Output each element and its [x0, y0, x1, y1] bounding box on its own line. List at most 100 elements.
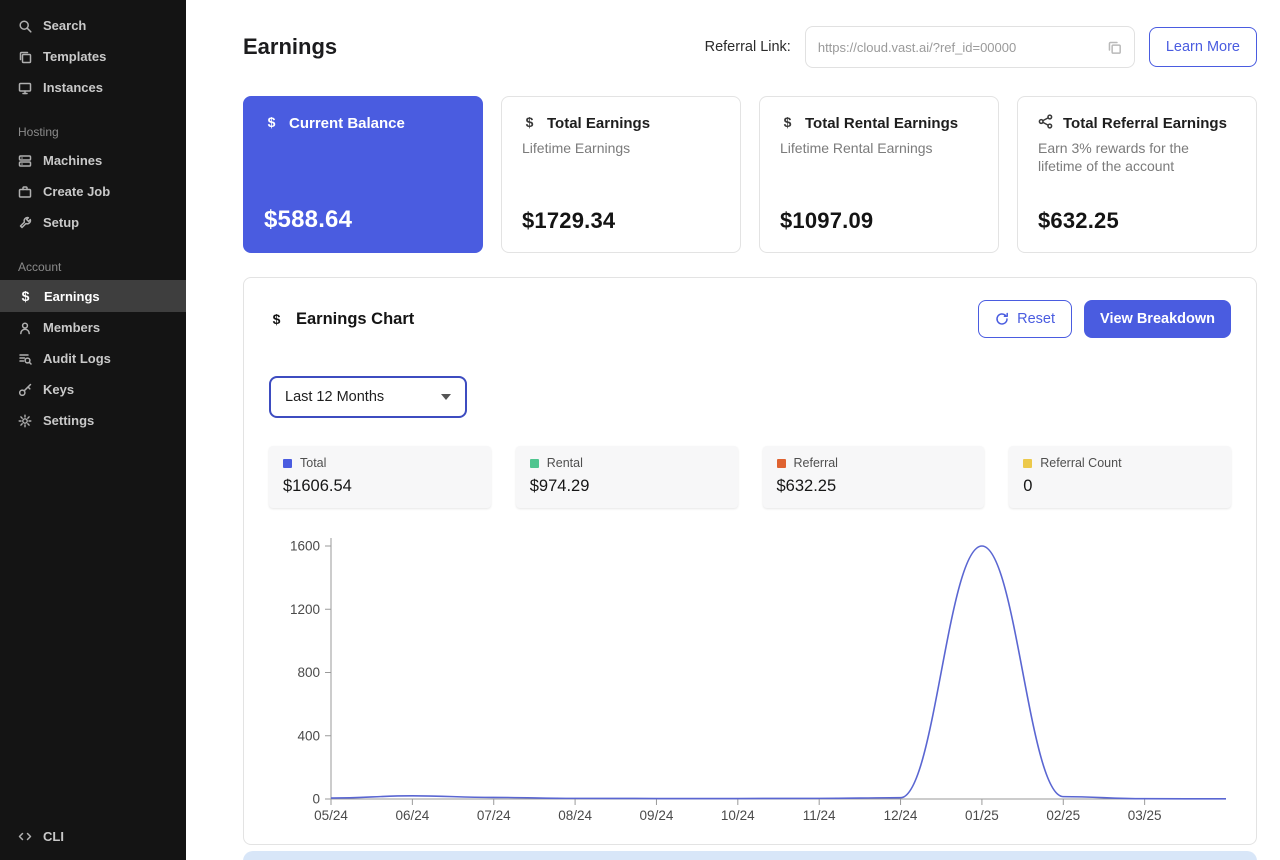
dollar-icon: $: [21, 288, 30, 304]
next-panel-edge: [243, 851, 1257, 860]
key-icon: [18, 383, 32, 396]
search-icon: [19, 19, 32, 33]
summary-cards: $ Current Balance $588.64 $ Total Earnin…: [243, 96, 1257, 253]
svg-text:10/24: 10/24: [721, 808, 755, 823]
total-rental-earnings-card: $ Total Rental Earnings Lifetime Rental …: [759, 96, 999, 253]
card-title: Total Rental Earnings: [805, 115, 959, 132]
sidebar-item-label: Audit Logs: [43, 351, 111, 366]
sidebar-item-cli[interactable]: CLI: [0, 821, 186, 852]
chevron-down-icon: [441, 394, 451, 400]
wrench-icon: [19, 216, 32, 228]
page-title: Earnings: [243, 34, 338, 59]
stat-rental: Rental $974.29: [515, 446, 738, 508]
svg-text:800: 800: [297, 665, 320, 680]
templates-icon: [19, 51, 32, 63]
audit-log-icon: [19, 353, 32, 365]
svg-text:1600: 1600: [290, 539, 320, 554]
date-range-select[interactable]: Last 12 Months: [269, 376, 467, 418]
referral-link-input[interactable]: [817, 39, 1099, 55]
earnings-line-chart: 0 400 800 1200 1600 05/24 06/24 07/24 08/24 09/24…: [290, 538, 1227, 823]
terminal-icon: [18, 832, 32, 840]
sidebar-item-create-job[interactable]: Create Job: [0, 176, 186, 207]
gear-icon: [18, 414, 32, 427]
card-subtitle: Lifetime Earnings: [522, 140, 631, 156]
card-title: Current Balance: [289, 115, 405, 132]
sidebar-item-label: Earnings: [44, 288, 100, 304]
stat-label: Referral Count: [1040, 456, 1122, 470]
stat-referral: Referral $632.25: [762, 446, 985, 508]
card-subtitle: Lifetime Rental Earnings: [780, 140, 933, 156]
sidebar-item-keys[interactable]: Keys: [0, 374, 186, 405]
svg-text:1200: 1200: [290, 602, 320, 617]
sidebar-item-machines[interactable]: Machines: [0, 145, 186, 176]
svg-text:07/24: 07/24: [477, 808, 511, 823]
sidebar-item-members[interactable]: Members: [0, 312, 186, 343]
dollar-icon: $: [272, 311, 281, 327]
earnings-chart-panel: $ Earnings Chart Reset View Breakdown La…: [243, 277, 1257, 845]
sidebar-item-label: Templates: [43, 49, 107, 64]
sidebar-item-audit-logs[interactable]: Audit Logs: [0, 343, 186, 374]
svg-text:01/25: 01/25: [965, 808, 999, 823]
card-subtitle: Earn 3% rewards for the lifetime of the …: [1038, 140, 1189, 175]
sidebar-item-earnings[interactable]: $ Earnings: [0, 280, 186, 312]
chart-stats-row: Total $1606.54 Rental $974.29 Referral $…: [269, 446, 1231, 508]
copy-button[interactable]: [1107, 40, 1122, 55]
sidebar-item-label: CLI: [43, 829, 64, 844]
view-breakdown-button[interactable]: View Breakdown: [1084, 300, 1231, 338]
svg-text:08/24: 08/24: [558, 808, 592, 823]
referral-link-group: Referral Link: Learn More: [705, 26, 1257, 68]
stat-label: Total: [300, 456, 327, 470]
svg-text:11/24: 11/24: [803, 808, 836, 823]
sidebar-item-label: Members: [43, 320, 101, 335]
sidebar-item-instances[interactable]: Instances: [0, 72, 186, 103]
learn-more-button[interactable]: Learn More: [1148, 27, 1257, 67]
instances-icon: [18, 82, 32, 94]
stat-value: $632.25: [776, 477, 837, 495]
svg-text:12/24: 12/24: [884, 808, 918, 823]
sidebar-item-search[interactable]: Search: [0, 10, 186, 41]
total-rental-earnings-amount: $1097.09: [780, 208, 874, 233]
panel-header: $ Earnings Chart Reset View Breakdown: [269, 300, 1231, 338]
server-icon: [18, 154, 32, 167]
total-referral-earnings-amount: $632.25: [1038, 208, 1119, 233]
rental-marker-icon: [529, 458, 539, 468]
page-header: Earnings Referral Link: Learn More: [243, 26, 1257, 68]
date-range-value: Last 12 Months: [285, 389, 385, 405]
stat-total: Total $1606.54: [269, 446, 491, 508]
svg-text:400: 400: [297, 728, 320, 743]
stat-referral-count: Referral Count 0: [1009, 446, 1231, 508]
sidebar: Search Templates Instances Hosting Machi…: [0, 0, 186, 860]
panel-title: Earnings Chart: [296, 309, 415, 328]
sidebar-section-account: Account: [18, 260, 62, 274]
current-balance-amount: $588.64: [264, 206, 353, 233]
referral-marker-icon: [776, 458, 786, 468]
stat-value: $1606.54: [283, 477, 352, 495]
sidebar-item-setup[interactable]: Setup: [0, 207, 186, 238]
sidebar-item-templates[interactable]: Templates: [0, 41, 186, 72]
svg-text:03/25: 03/25: [1128, 808, 1162, 823]
copy-icon: [1108, 41, 1121, 54]
stat-value: 0: [1023, 477, 1033, 495]
svg-text:05/24: 05/24: [314, 808, 348, 823]
chart-area: 0 400 800 1200 1600 05/24 06/24 07/24 08/24 09/24…: [269, 532, 1231, 829]
sidebar-item-label: Setup: [43, 215, 80, 230]
total-earnings-card: $ Total Earnings Lifetime Earnings $1729…: [501, 96, 741, 253]
sidebar-item-label: Keys: [43, 382, 75, 397]
sidebar-item-settings[interactable]: Settings: [0, 405, 186, 436]
total-referral-earnings-card: Total Referral Earnings Earn 3% rewards …: [1017, 96, 1257, 253]
card-title: Total Earnings: [547, 115, 651, 132]
sidebar-item-label: Machines: [43, 153, 103, 168]
sidebar-section-hosting: Hosting: [18, 125, 59, 139]
reset-button[interactable]: Reset: [978, 300, 1073, 338]
svg-text:09/24: 09/24: [640, 808, 674, 823]
sidebar-item-label: Create Job: [43, 184, 111, 199]
sidebar-item-label: Search: [43, 18, 87, 33]
stat-label: Referral: [793, 456, 838, 470]
card-title: Total Referral Earnings: [1063, 115, 1227, 132]
referral-link-field: [804, 26, 1135, 68]
stat-value: $974.29: [529, 477, 590, 495]
sidebar-item-label: Settings: [43, 413, 95, 428]
reset-button-label: Reset: [1017, 311, 1056, 327]
svg-text:0: 0: [312, 792, 320, 807]
refresh-icon: [996, 312, 1009, 325]
